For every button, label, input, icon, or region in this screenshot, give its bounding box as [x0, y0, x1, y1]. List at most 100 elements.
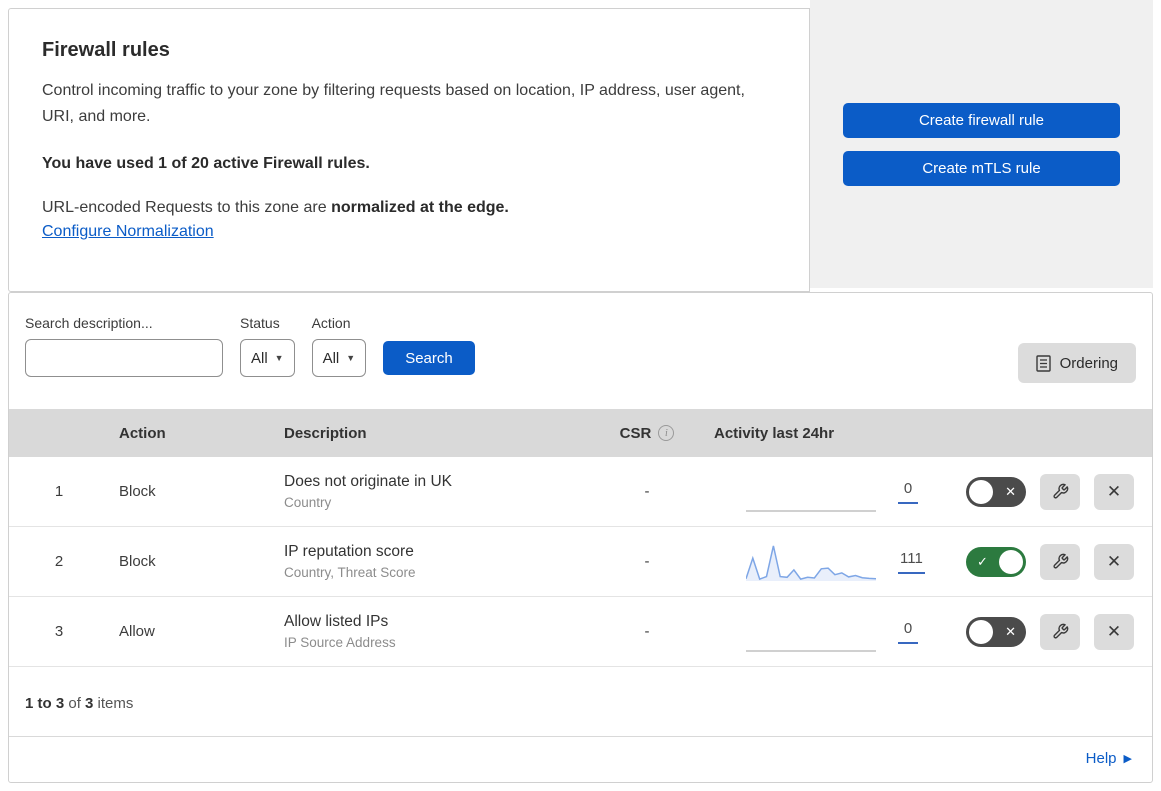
rule-description: IP reputation score — [284, 543, 414, 560]
header-description: Description — [284, 424, 367, 442]
rule-controls: ✓ ✕ ✕ — [962, 473, 1152, 510]
action-label: Action — [311, 315, 351, 331]
page-title: Firewall rules — [42, 39, 170, 61]
help-row: Help ▶ — [9, 737, 1152, 780]
rule-csr: - — [644, 553, 650, 570]
rule-csr: - — [644, 623, 650, 640]
create-mtls-rule-button[interactable]: Create mTLS rule — [843, 150, 1120, 186]
edit-rule-button[interactable] — [1040, 473, 1080, 510]
rule-fields: Country — [284, 495, 332, 510]
usage-summary: You have used 1 of 20 active Firewall ru… — [42, 155, 370, 173]
table-row: 2 Block IP reputation score Country, Thr… — [9, 527, 1152, 597]
wrench-icon — [1052, 623, 1068, 639]
search-button[interactable]: Search — [383, 341, 475, 375]
status-filter-group: Status All ▼ — [240, 315, 295, 377]
wrench-icon — [1052, 483, 1068, 499]
header-csr-label: CSR — [619, 424, 652, 442]
chevron-down-icon: ▼ — [346, 353, 356, 363]
header-action: Action — [119, 424, 166, 442]
action-select[interactable]: All ▼ — [311, 339, 367, 377]
help-label: Help — [1085, 750, 1117, 767]
arrow-right-icon: ▶ — [1123, 753, 1132, 765]
search-input[interactable] — [44, 349, 243, 367]
action-selected-value: All — [322, 349, 340, 367]
rule-controls: ✓ ✕ ✕ — [962, 543, 1152, 580]
toggle-knob — [999, 549, 1023, 574]
rules-card: Search description... Status All ▼ Actio… — [8, 292, 1153, 783]
pagination-range: 1 to 3 — [25, 695, 65, 712]
delete-rule-button[interactable]: ✕ — [1094, 543, 1134, 580]
activity-sparkline — [745, 540, 877, 584]
firewall-rules-page: Firewall rules Control incoming traffic … — [0, 0, 1161, 791]
ordering-button-label: Ordering — [1059, 354, 1118, 372]
action-filter-group: Action All ▼ — [311, 315, 367, 377]
page-description: Control incoming traffic to your zone by… — [42, 82, 745, 125]
normalization-text: URL-encoded Requests to this zone are — [42, 199, 332, 217]
rule-controls: ✓ ✕ ✕ — [962, 613, 1152, 650]
wrench-icon — [1052, 553, 1068, 569]
intro-card: Firewall rules Control incoming traffic … — [8, 8, 810, 292]
cross-icon: ✕ — [1005, 623, 1016, 639]
edit-rule-button[interactable] — [1040, 543, 1080, 580]
cta-panel: Create firewall rule Create mTLS rule — [810, 0, 1153, 288]
pagination-summary: 1 to 3 of 3 items — [9, 667, 1152, 737]
rule-fields: Country, Threat Score — [284, 565, 416, 580]
help-link[interactable]: Help ▶ — [1086, 750, 1132, 767]
header-csr: CSR i — [592, 425, 702, 442]
status-select[interactable]: All ▼ — [240, 339, 295, 377]
rule-action: Block — [119, 483, 156, 500]
rule-enable-toggle[interactable]: ✓ ✕ — [966, 616, 1026, 647]
rule-activity-cell: 111 — [702, 540, 962, 584]
edit-rule-button[interactable] — [1040, 613, 1080, 650]
delete-rule-button[interactable]: ✕ — [1094, 613, 1134, 650]
configure-normalization-link[interactable]: Configure Normalization — [42, 223, 214, 240]
search-box — [25, 339, 243, 377]
header-activity: Activity last 24hr — [714, 424, 835, 442]
rule-priority: 1 — [54, 483, 64, 500]
activity-count-link[interactable]: 111 — [898, 550, 925, 574]
rule-activity-cell: 0 — [702, 610, 962, 654]
toggle-knob — [969, 619, 993, 644]
pagination-of: of — [64, 695, 86, 712]
status-label: Status — [240, 315, 280, 331]
delete-rule-button[interactable]: ✕ — [1094, 473, 1134, 510]
rule-description-cell: Allow listed IPs IP Source Address — [284, 613, 592, 650]
activity-sparkline — [746, 610, 876, 654]
rule-priority: 3 — [54, 623, 64, 640]
rule-priority: 2 — [54, 553, 64, 570]
top-section: Firewall rules Control incoming traffic … — [0, 0, 1161, 292]
table-row: 1 Block Does not originate in UK Country… — [9, 457, 1152, 527]
rule-activity-cell: 0 — [702, 470, 962, 514]
activity-sparkline — [746, 470, 876, 514]
normalization-bold: normalized at the edge. — [331, 199, 509, 217]
search-group: Search description... — [25, 315, 243, 377]
search-label: Search description... — [25, 315, 153, 331]
toggle-knob — [969, 479, 993, 504]
activity-count-link[interactable]: 0 — [898, 620, 918, 644]
rule-enable-toggle[interactable]: ✓ ✕ — [966, 476, 1026, 507]
check-icon: ✓ — [977, 553, 988, 569]
info-icon[interactable]: i — [658, 425, 675, 441]
rule-description: Does not originate in UK — [284, 473, 453, 490]
rule-enable-toggle[interactable]: ✓ ✕ — [966, 546, 1026, 577]
pagination-items: items — [93, 695, 134, 712]
activity-count-link[interactable]: 0 — [898, 480, 918, 504]
cross-icon: ✕ — [1005, 483, 1016, 499]
rule-action: Block — [119, 553, 156, 570]
table-header: Action Description CSR i Activity last 2… — [9, 409, 1152, 457]
close-icon: ✕ — [1106, 621, 1122, 641]
close-icon: ✕ — [1106, 551, 1122, 571]
rule-description-cell: Does not originate in UK Country — [284, 473, 592, 510]
rule-fields: IP Source Address — [284, 635, 396, 650]
rule-description: Allow listed IPs — [284, 613, 389, 630]
close-icon: ✕ — [1106, 481, 1122, 501]
status-selected-value: All — [251, 349, 268, 367]
table-row: 3 Allow Allow listed IPs IP Source Addre… — [9, 597, 1152, 667]
rule-description-cell: IP reputation score Country, Threat Scor… — [284, 543, 592, 580]
chevron-down-icon: ▼ — [274, 353, 284, 363]
ordering-button[interactable]: Ordering — [1017, 343, 1136, 383]
rule-csr: - — [644, 483, 650, 500]
create-firewall-rule-button[interactable]: Create firewall rule — [843, 102, 1120, 138]
rule-action: Allow — [119, 623, 155, 640]
ordering-list-icon — [1035, 354, 1051, 372]
